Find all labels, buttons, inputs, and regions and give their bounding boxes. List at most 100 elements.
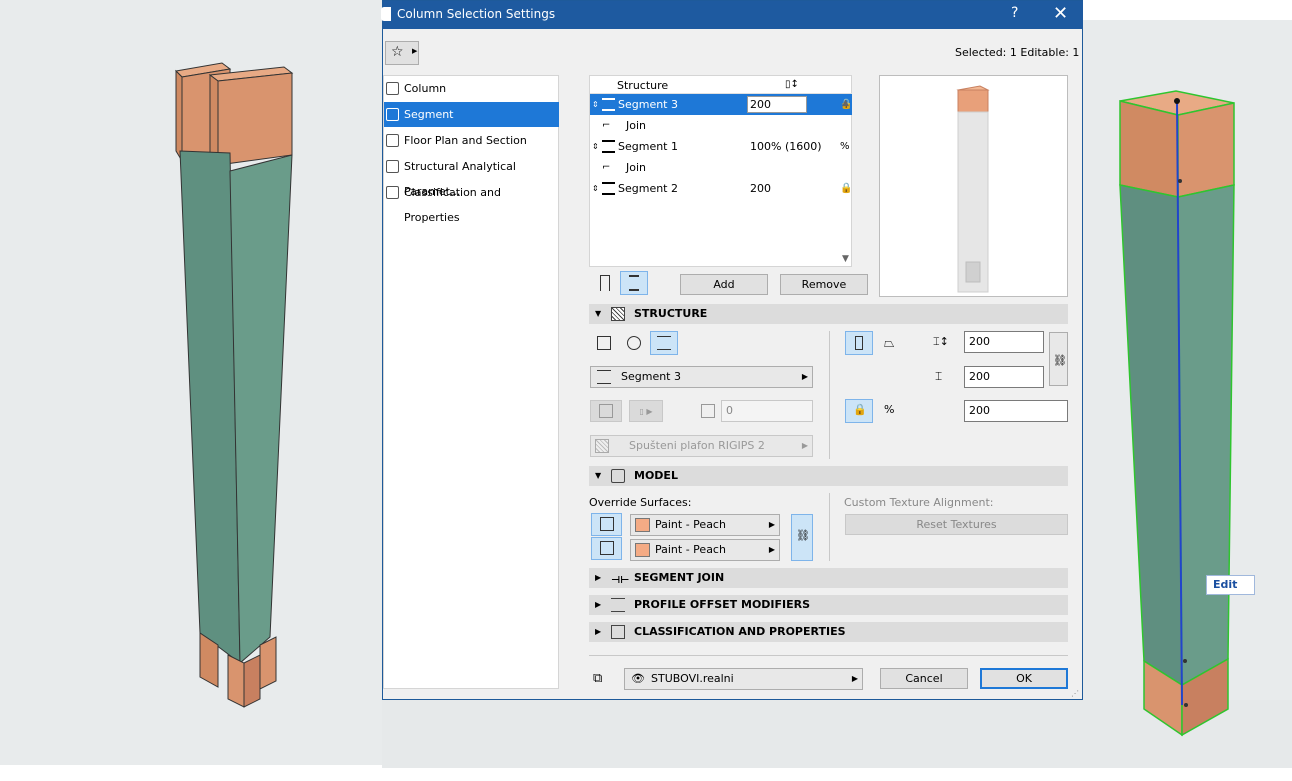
- link-dimensions-button[interactable]: ⛓: [1049, 332, 1068, 386]
- classification-icon: [611, 625, 625, 639]
- segment-mode-toggle[interactable]: [620, 271, 648, 295]
- nav-item-classification[interactable]: Classification and Properties: [384, 180, 559, 224]
- structure-panel-header[interactable]: ▼ STRUCTURE: [589, 304, 1068, 324]
- complex-profile-toggle[interactable]: [650, 331, 678, 355]
- expand-icon: ▶: [595, 627, 602, 636]
- resize-grip-icon[interactable]: ⋰: [1071, 689, 1079, 698]
- percent-length-toggle[interactable]: %: [875, 399, 903, 423]
- reorder-icon[interactable]: ⇕: [592, 178, 599, 199]
- left-column-model[interactable]: [160, 55, 310, 715]
- segment-row[interactable]: ⇕ Segment 1 100% (1600) %: [590, 136, 852, 157]
- remove-segment-button[interactable]: Remove: [780, 274, 868, 295]
- surface-cube-icon: [600, 541, 614, 555]
- profile-offset-panel-header[interactable]: ▶ PROFILE OFFSET MODIFIERS: [589, 595, 1068, 615]
- chain-link-icon: ⛓: [1053, 354, 1067, 367]
- lock-length-icon: 🔒: [853, 403, 867, 416]
- favorites-button[interactable]: ☆ ▶: [385, 41, 419, 65]
- classification-panel-header[interactable]: ▶ CLASSIFICATION AND PROPERTIES: [589, 622, 1068, 642]
- circular-profile-toggle[interactable]: [620, 331, 648, 355]
- footer-divider: [589, 655, 1068, 656]
- segment-join-panel-header[interactable]: ▶ ⊣⊢ SEGMENT JOIN: [589, 568, 1068, 588]
- structure-hatch-icon: [611, 307, 625, 321]
- surface-bottom-name: Paint - Peach: [655, 543, 726, 556]
- surface-bottom-selector[interactable]: Paint - Peach ▶: [630, 539, 780, 561]
- rectangular-profile-toggle[interactable]: [590, 331, 618, 355]
- segment-profile-icon: [602, 182, 615, 195]
- tapered-segment-toggle[interactable]: ⏢: [875, 331, 903, 355]
- join-icon: ⌐: [602, 120, 611, 131]
- nav-item-column[interactable]: Column: [384, 76, 559, 101]
- top-strip: [1083, 0, 1292, 20]
- scroll-down-icon[interactable]: ▼: [842, 254, 849, 264]
- column-mode-toggle[interactable]: [591, 271, 619, 295]
- segment-row[interactable]: ⇕ Segment 2 200 🔒: [590, 178, 852, 199]
- join-row[interactable]: ⌐ Join: [590, 115, 852, 136]
- collapse-icon: ▼: [595, 309, 602, 318]
- segment-row[interactable]: ⇕ Segment 3 200 🔒: [590, 94, 852, 115]
- ok-button[interactable]: OK: [980, 668, 1068, 689]
- segment-length-input[interactable]: 200: [964, 400, 1068, 422]
- override-bottom-surface-toggle[interactable]: [591, 537, 622, 560]
- override-top-surface-toggle[interactable]: [591, 513, 622, 536]
- cancel-button[interactable]: Cancel: [880, 668, 968, 689]
- peach-swatch: [635, 543, 650, 557]
- profile-name: Segment 3: [621, 370, 681, 383]
- veneer-thickness-icon: [701, 404, 715, 418]
- segment-list[interactable]: Structure ▯↕ ⇕ Segment 3 200 🔒 ⌐ Join ⇕ …: [589, 75, 852, 267]
- dialog-title: Column Selection Settings: [397, 7, 556, 21]
- profile-offset-icon: [611, 598, 625, 612]
- add-segment-button[interactable]: Add: [680, 274, 768, 295]
- popup-arrow-icon: ▶: [851, 674, 858, 683]
- segment-length: 200: [750, 182, 771, 195]
- help-button[interactable]: ?: [1011, 5, 1018, 21]
- structure-divider: [829, 331, 830, 459]
- lock-icon[interactable]: 🔒: [840, 178, 852, 199]
- join-row[interactable]: ⌐ Join: [590, 157, 852, 178]
- percent-icon[interactable]: %: [840, 136, 850, 157]
- nav-item-label: Floor Plan and Section: [404, 134, 527, 147]
- reorder-icon[interactable]: ⇕: [592, 136, 599, 157]
- close-button[interactable]: ✕: [1053, 3, 1068, 24]
- nav-item-label: Column: [404, 82, 447, 95]
- join-name: Join: [626, 119, 647, 132]
- veneer-icon: ▯ ▶: [639, 407, 653, 416]
- nav-item-label: Segment: [404, 108, 454, 121]
- titlebar[interactable]: Column Selection Settings ? ✕: [381, 1, 1083, 29]
- profile-selector[interactable]: Segment 3 ▶: [590, 366, 813, 388]
- straight-segment-toggle[interactable]: [845, 331, 873, 355]
- depth-input[interactable]: 200: [964, 366, 1044, 388]
- link-surfaces-toggle[interactable]: ⛓: [791, 514, 813, 561]
- reorder-icon[interactable]: ⇕: [592, 94, 599, 115]
- model-panel-header[interactable]: ▼ MODEL: [589, 466, 1068, 486]
- percent-icon: %: [884, 403, 895, 416]
- classification-icon: [386, 186, 399, 199]
- classification-title: CLASSIFICATION AND PROPERTIES: [634, 625, 846, 638]
- width-input[interactable]: 200: [964, 331, 1044, 353]
- structural-analytical-icon: [386, 160, 399, 173]
- layer-selector[interactable]: 👁 STUBOVI.realni ▶: [624, 668, 863, 690]
- scroll-up-icon[interactable]: ▲: [842, 98, 849, 108]
- nav-item-segment[interactable]: Segment: [384, 102, 559, 127]
- nav-item-structural-analytical[interactable]: Structural Analytical Paramet...: [384, 154, 559, 198]
- expand-icon: ▶: [595, 600, 602, 609]
- veneer-button: ▯ ▶: [629, 400, 663, 422]
- favorites-arrow-icon: ▶: [412, 47, 418, 55]
- length-column-icon: ▯↕: [785, 79, 799, 90]
- chain-link-icon: ⛓: [796, 529, 810, 542]
- core-button: [590, 400, 622, 422]
- tapered-segment-icon: ⏢: [884, 336, 895, 351]
- nav-item-floor-plan[interactable]: Floor Plan and Section: [384, 128, 559, 153]
- fixed-length-toggle[interactable]: 🔒: [845, 399, 873, 423]
- right-column-model[interactable]: [1110, 85, 1250, 745]
- surface-top-selector[interactable]: Paint - Peach ▶: [630, 514, 780, 536]
- width-icon: ⌶↕: [933, 335, 949, 348]
- favorites-star-icon: ☆: [391, 44, 404, 60]
- material-name: Spušteni plafon RIGIPS 2: [629, 439, 765, 452]
- segment-icon: [386, 108, 399, 121]
- segment-name: Segment 2: [618, 182, 678, 195]
- model-icon: [611, 469, 625, 483]
- segment-profile-icon: [602, 98, 615, 111]
- segment-length-input[interactable]: 200: [747, 96, 807, 113]
- edit-badge[interactable]: Edit: [1206, 575, 1255, 595]
- surface-cube-icon: [600, 517, 614, 531]
